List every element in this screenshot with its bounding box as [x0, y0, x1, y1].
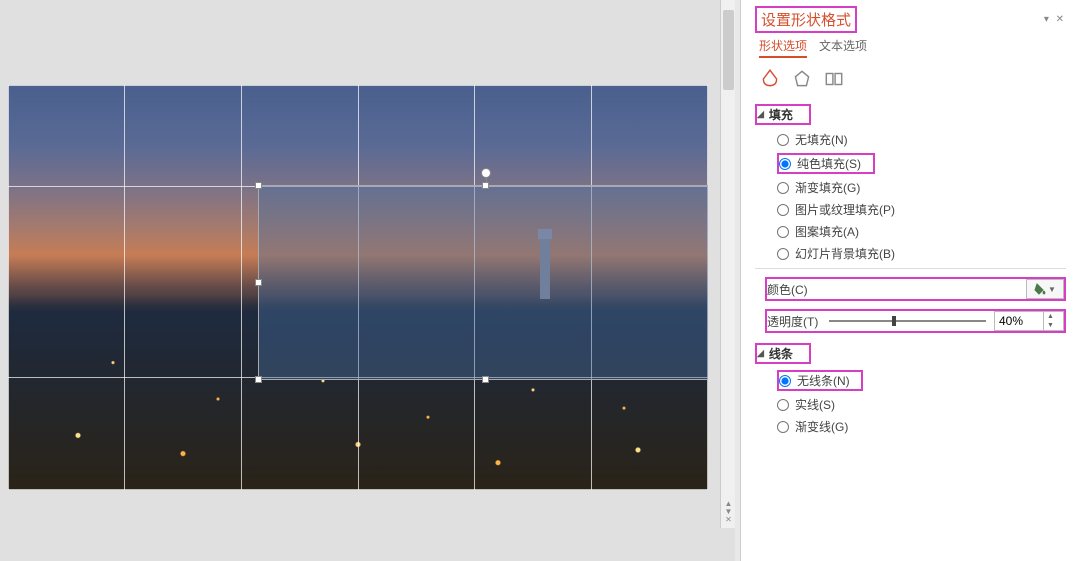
fill-option-slidebg[interactable]: 幻灯片背景填充(B) — [777, 245, 1066, 262]
line-option-solid[interactable]: 实线(S) — [777, 396, 1066, 413]
paint-bucket-icon — [1034, 283, 1046, 295]
scrollbar-thumb[interactable] — [723, 10, 734, 90]
option-tabs: 形状选项 文本选项 — [755, 37, 1066, 58]
line-section-header[interactable]: ◢ 线条 — [755, 343, 811, 364]
tab-text-options[interactable]: 文本选项 — [819, 37, 867, 58]
fill-label: 填充 — [769, 106, 793, 123]
slide-image — [8, 85, 708, 490]
selected-shape[interactable] — [258, 185, 708, 380]
size-props-icon[interactable] — [823, 68, 845, 90]
slider-thumb[interactable] — [892, 316, 896, 326]
line-label: 线条 — [769, 345, 793, 362]
fill-options: 无填充(N) 纯色填充(S) 渐变填充(G) 图片或纹理填充(P) 图案填充(A… — [755, 131, 1066, 262]
grid-line — [8, 85, 9, 490]
color-label: 颜色(C) — [767, 281, 821, 298]
line-options: 无线条(N) 实线(S) 渐变线(G) — [755, 370, 1066, 435]
transparency-slider[interactable] — [829, 320, 986, 322]
spin-down[interactable]: ▼ — [1044, 321, 1057, 330]
resize-handle-bm[interactable] — [482, 376, 489, 383]
effects-icon[interactable] — [791, 68, 813, 90]
transparency-row: 透明度(T) ▲▼ — [765, 309, 1066, 333]
fill-option-none[interactable]: 无填充(N) — [777, 131, 1066, 148]
panel-title: 设置形状格式 — [755, 6, 857, 33]
spin-up[interactable]: ▲ — [1044, 312, 1057, 321]
category-icons — [755, 68, 1066, 90]
color-row: 颜色(C) ▼ — [765, 277, 1066, 301]
color-picker-button[interactable]: ▼ — [1026, 279, 1064, 299]
fill-option-gradient[interactable]: 渐变填充(G) — [777, 179, 1066, 196]
transparency-value[interactable] — [995, 314, 1043, 328]
collapse-icon: ◢ — [757, 348, 764, 359]
resize-handle-ml[interactable] — [255, 279, 262, 286]
grid-line — [241, 85, 242, 490]
fill-section-header[interactable]: ◢ 填充 — [755, 104, 811, 125]
scrollbar-arrows[interactable]: ▲▼✕ — [723, 500, 734, 524]
tab-shape-options[interactable]: 形状选项 — [759, 37, 807, 58]
fill-option-picture[interactable]: 图片或纹理填充(P) — [777, 201, 1066, 218]
fill-option-pattern[interactable]: 图案填充(A) — [777, 223, 1066, 240]
resize-handle-tm[interactable] — [482, 182, 489, 189]
separator — [755, 268, 1066, 269]
line-option-gradient[interactable]: 渐变线(G) — [777, 418, 1066, 435]
panel-controls[interactable]: ▾ ✕ — [1044, 14, 1066, 25]
transparency-input[interactable]: ▲▼ — [994, 311, 1064, 331]
resize-handle-tl[interactable] — [255, 182, 262, 189]
collapse-icon: ◢ — [757, 109, 764, 120]
canvas-area — [0, 0, 735, 561]
resize-handle-bl[interactable] — [255, 376, 262, 383]
dropdown-icon: ▼ — [1048, 285, 1056, 294]
grid-line — [124, 85, 125, 490]
line-option-none[interactable]: 无线条(N) — [777, 370, 863, 391]
fill-option-solid[interactable]: 纯色填充(S) — [777, 153, 875, 174]
fill-line-icon[interactable] — [759, 68, 781, 90]
vertical-scrollbar[interactable]: ▲▼✕ — [720, 0, 735, 528]
transparency-label: 透明度(T) — [767, 313, 821, 330]
format-shape-panel: 设置形状格式 ▾ ✕ 形状选项 文本选项 ◢ 填充 无填充(N) 纯色填充(S)… — [740, 0, 1080, 561]
rotate-handle[interactable] — [481, 168, 491, 178]
